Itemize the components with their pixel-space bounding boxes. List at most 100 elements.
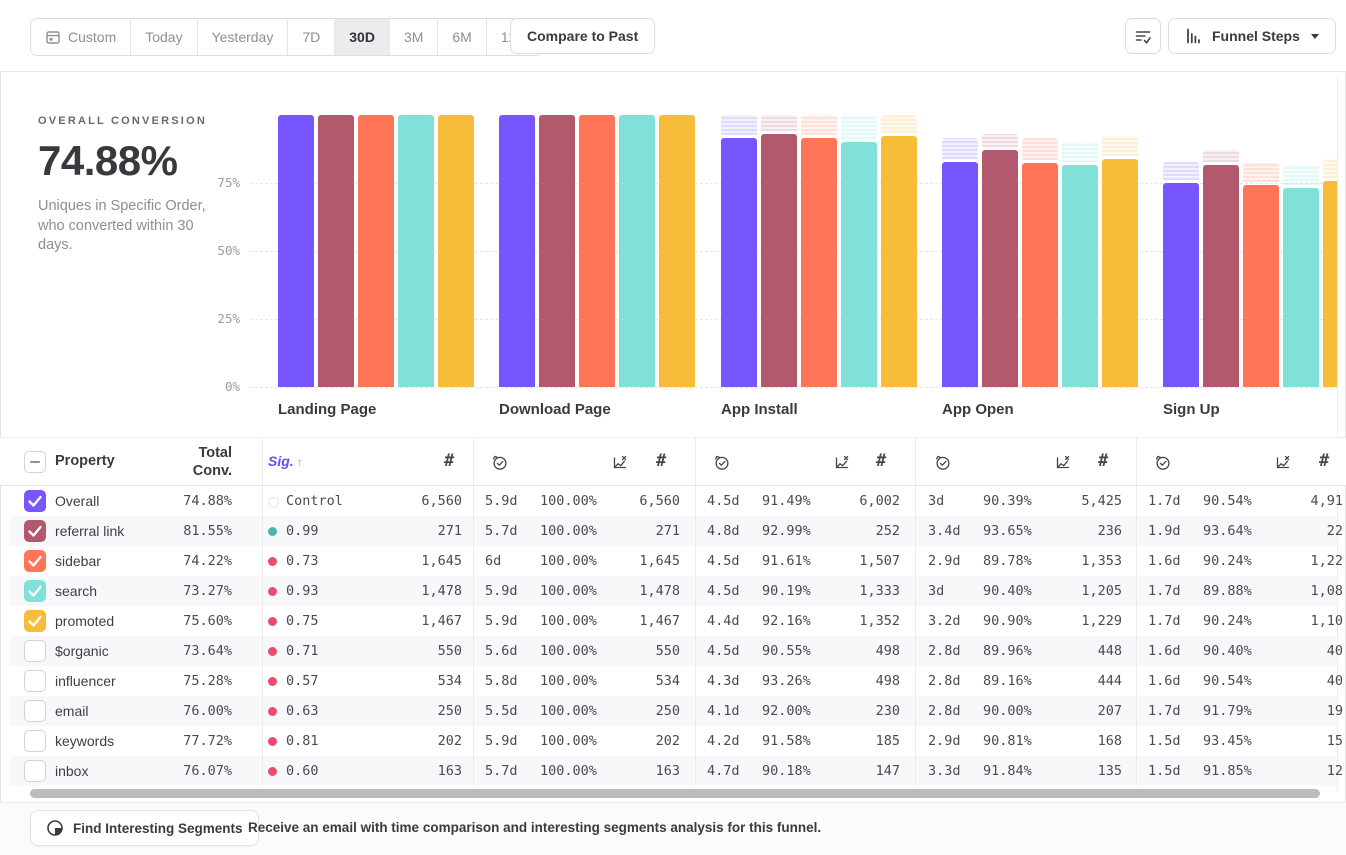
sig-column-header[interactable]: Sig.↑	[268, 453, 303, 470]
y-tick-75: 75%	[198, 175, 240, 190]
property-column-header[interactable]: Property	[55, 453, 115, 469]
count-app-install: 1,333	[820, 576, 900, 606]
ghost-bar-sidebar-app-install	[801, 115, 837, 135]
select-all-checkbox[interactable]	[24, 451, 46, 473]
bar-sidebar-app-install[interactable]	[801, 138, 837, 387]
bar-referral-link-app-open[interactable]	[982, 150, 1018, 387]
bar-overall-landing-page[interactable]	[278, 115, 314, 387]
count-icon-landing-page[interactable]: #	[444, 451, 454, 471]
bar-search-download-page[interactable]	[619, 115, 655, 387]
row-checkbox-search[interactable]	[24, 580, 46, 602]
avg-time-app-open: 2.8d	[928, 696, 961, 726]
row-checkbox-keywords[interactable]	[24, 730, 46, 752]
bar-search-app-install[interactable]	[841, 142, 877, 387]
count-icon-download-page[interactable]: #	[656, 451, 666, 471]
footer-message: Receive an email with time comparison an…	[248, 803, 821, 853]
avg-time-icon-sign-up[interactable]	[1154, 454, 1171, 471]
total-conv-column-header[interactable]: Total Conv.	[152, 444, 232, 480]
range-6m[interactable]: 6M	[437, 19, 485, 55]
compare-to-past-label: Compare to Past	[527, 28, 638, 44]
count-app-install: 185	[820, 726, 900, 756]
bar-sidebar-landing-page[interactable]	[358, 115, 394, 387]
gridline-0	[250, 387, 1338, 388]
table-row-influencer: influencer75.28%0.575345.8d100.00%5344.3…	[10, 666, 1337, 696]
conv-rate-icon-sign-up[interactable]	[1274, 454, 1291, 471]
range-3m[interactable]: 3M	[389, 19, 437, 55]
count-sign-up: 22	[1263, 516, 1343, 546]
bar-promoted-landing-page[interactable]	[438, 115, 474, 387]
avg-time-download-page: 6d	[485, 546, 501, 576]
bar-promoted-app-open[interactable]	[1102, 159, 1138, 387]
avg-time-sign-up: 1.6d	[1148, 636, 1181, 666]
bar-sidebar-app-open[interactable]	[1022, 163, 1058, 387]
row-checkbox-overall[interactable]	[24, 490, 46, 512]
conv-rate-download-page: 100.00%	[540, 486, 597, 516]
count-icon-sign-up[interactable]: #	[1319, 451, 1329, 471]
property-label: search	[55, 576, 97, 606]
avg-time-app-install: 4.5d	[707, 486, 740, 516]
bar-search-landing-page[interactable]	[398, 115, 434, 387]
count-landing-page: 1,645	[382, 546, 462, 576]
count-app-open: 168	[1042, 726, 1122, 756]
bar-sidebar-sign-up[interactable]	[1243, 185, 1279, 387]
row-checkbox-inbox[interactable]	[24, 760, 46, 782]
edit-columns-button[interactable]	[1125, 18, 1161, 54]
bar-search-app-open[interactable]	[1062, 165, 1098, 387]
range-custom[interactable]: Custom	[31, 19, 130, 55]
ghost-bar-search-app-open	[1062, 142, 1098, 163]
range-yesterday[interactable]: Yesterday	[197, 19, 288, 55]
count-app-open: 1,353	[1042, 546, 1122, 576]
row-checkbox-influencer[interactable]	[24, 670, 46, 692]
conv-rate-app-open: 89.78%	[983, 546, 1032, 576]
conv-rate-icon-download-page[interactable]	[611, 454, 628, 471]
range-7d[interactable]: 7D	[287, 19, 334, 55]
column-divider-3	[915, 437, 916, 786]
bar-overall-app-open[interactable]	[942, 162, 978, 387]
count-icon-app-open[interactable]: #	[1098, 451, 1108, 471]
range-30d[interactable]: 30D	[334, 19, 389, 55]
conv-rate-icon-app-install[interactable]	[833, 454, 850, 471]
bar-referral-link-sign-up[interactable]	[1203, 165, 1239, 387]
bar-overall-app-install[interactable]	[721, 138, 757, 387]
find-interesting-segments-button[interactable]: Find Interesting Segments	[30, 810, 259, 846]
count-app-open: 448	[1042, 636, 1122, 666]
bar-sidebar-download-page[interactable]	[579, 115, 615, 387]
sig-dot-red	[268, 767, 277, 776]
compare-to-past-button[interactable]: Compare to Past	[510, 18, 655, 54]
conv-rate-icon-app-open[interactable]	[1054, 454, 1071, 471]
bar-referral-link-download-page[interactable]	[539, 115, 575, 387]
conv-rate-sign-up: 90.54%	[1203, 486, 1252, 516]
row-checkbox-sidebar[interactable]	[24, 550, 46, 572]
step-label-sign-up: Sign Up	[1163, 401, 1220, 418]
ghost-bar-overall-app-install	[721, 115, 757, 135]
row-checkbox-promoted[interactable]	[24, 610, 46, 632]
row-checkbox-organic[interactable]	[24, 640, 46, 662]
ghost-bar-promoted-app-open	[1102, 136, 1138, 156]
conv-rate-app-open: 89.96%	[983, 636, 1032, 666]
bar-referral-link-landing-page[interactable]	[318, 115, 354, 387]
row-checkbox-email[interactable]	[24, 700, 46, 722]
row-checkbox-referral-link[interactable]	[24, 520, 46, 542]
bar-referral-link-app-install[interactable]	[761, 134, 797, 387]
bar-search-sign-up[interactable]	[1283, 188, 1319, 387]
count-sign-up: 40	[1263, 666, 1343, 696]
avg-time-icon-app-open[interactable]	[934, 454, 951, 471]
avg-time-download-page: 5.7d	[485, 516, 518, 546]
bar-promoted-download-page[interactable]	[659, 115, 695, 387]
conv-rate-download-page: 100.00%	[540, 516, 597, 546]
count-download-page: 163	[600, 756, 680, 786]
chart-type-label: Funnel Steps	[1212, 28, 1300, 44]
bar-promoted-sign-up[interactable]	[1323, 181, 1338, 387]
count-icon-app-install[interactable]: #	[876, 451, 886, 471]
bar-overall-sign-up[interactable]	[1163, 183, 1199, 387]
horizontal-scrollbar[interactable]	[30, 789, 1320, 798]
bar-promoted-app-install[interactable]	[881, 136, 917, 387]
avg-time-app-open: 2.9d	[928, 726, 961, 756]
bar-overall-download-page[interactable]	[499, 115, 535, 387]
property-label: Overall	[55, 486, 99, 516]
avg-time-sign-up: 1.7d	[1148, 606, 1181, 636]
avg-time-icon-app-install[interactable]	[713, 454, 730, 471]
avg-time-icon-download-page[interactable]	[491, 454, 508, 471]
chart-type-dropdown[interactable]: Funnel Steps	[1168, 18, 1336, 54]
range-today[interactable]: Today	[130, 19, 196, 55]
